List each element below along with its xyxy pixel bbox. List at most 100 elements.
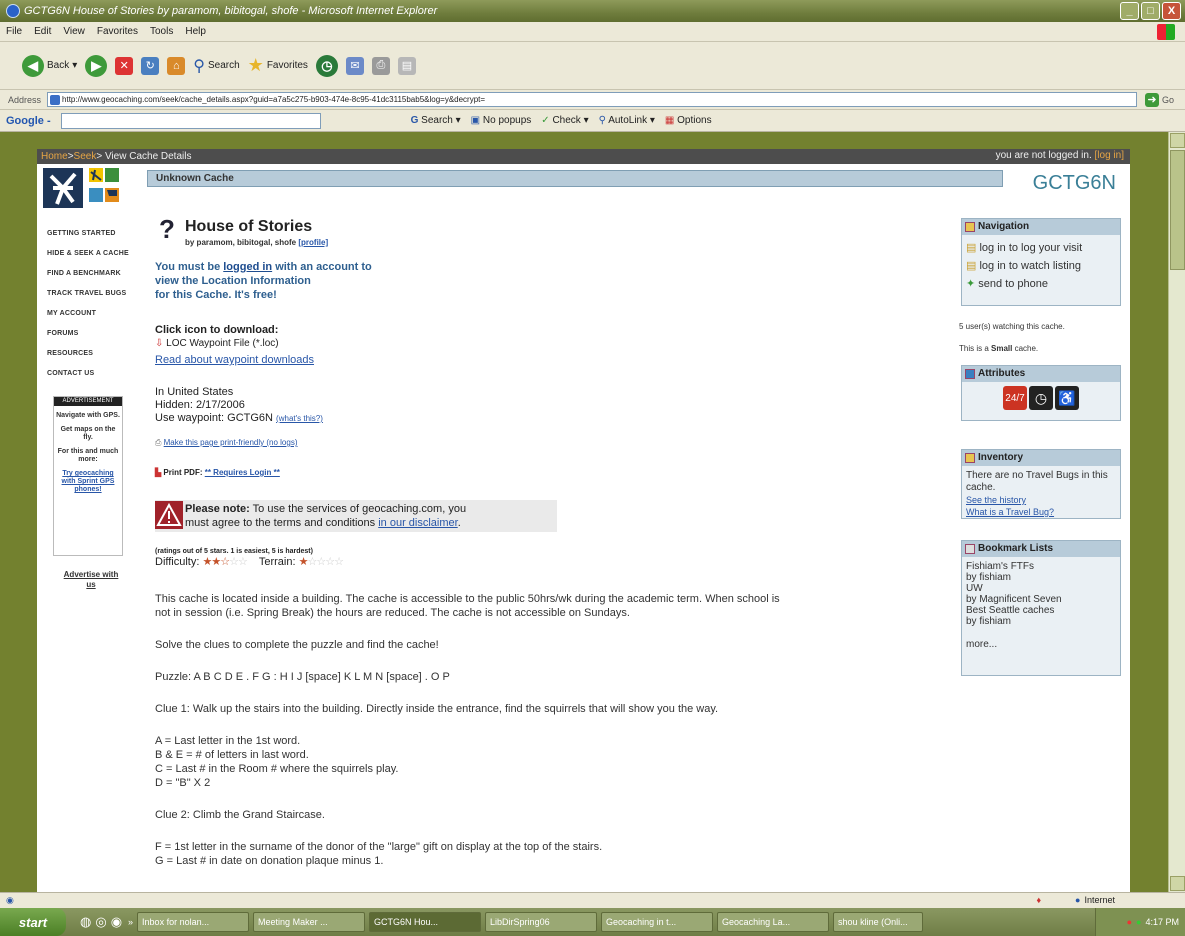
tray-icon[interactable]: ● xyxy=(1127,917,1132,927)
forward-button[interactable]: ▶ xyxy=(85,54,108,77)
geocaching-logo[interactable] xyxy=(43,168,133,218)
back-button[interactable]: ◀ Back ▾ xyxy=(22,54,77,77)
taskbar-item[interactable]: Inbox for nolan... xyxy=(137,912,250,932)
advertise-link[interactable]: Advertise with us xyxy=(61,570,121,590)
difficulty-stars: ★★☆☆☆ xyxy=(202,556,247,568)
print-icon[interactable]: ⎙ xyxy=(371,56,390,75)
log-visit-link[interactable]: ▤ log in to log your visit xyxy=(966,239,1116,257)
taskbar-item[interactable]: shou kline (Onli... xyxy=(833,912,924,932)
options-label: Options xyxy=(677,115,712,126)
options-button[interactable]: ▦ Options xyxy=(665,115,712,126)
taskbar-item[interactable]: Geocaching La... xyxy=(717,912,830,932)
disclaimer-link[interactable]: in our disclaimer xyxy=(378,517,457,529)
scroll-up-button[interactable] xyxy=(1170,133,1185,148)
navigation-icon xyxy=(965,222,975,232)
page-content: GETTING STARTED HIDE & SEEK A CACHE FIND… xyxy=(37,164,1130,892)
send-to-phone-link[interactable]: ✦ send to phone xyxy=(966,275,1116,293)
nav-contact-us[interactable]: CONTACT US xyxy=(47,364,143,384)
navigation-box: Navigation ▤ log in to log your visit ▤ … xyxy=(961,218,1121,306)
popup-blocker-button[interactable]: ▣ No popups xyxy=(471,115,532,126)
wheelchair-attribute-icon[interactable]: ♿ xyxy=(1055,386,1079,410)
favorites-button[interactable]: ★ Favorites xyxy=(248,55,308,76)
breadcrumb-current: > View Cache Details xyxy=(96,151,192,162)
taskbar-item[interactable]: LibDirSpring06 xyxy=(485,912,598,932)
nav-hide-seek[interactable]: HIDE & SEEK A CACHE xyxy=(47,244,143,264)
nav-my-account[interactable]: MY ACCOUNT xyxy=(47,304,143,324)
taskbar-item[interactable]: Geocaching in t... xyxy=(601,912,714,932)
check-label: Check xyxy=(552,115,581,126)
close-button[interactable]: X xyxy=(1162,2,1181,20)
whats-this-link[interactable]: (what's this?) xyxy=(276,414,323,423)
notice-text: view the Location Information xyxy=(155,275,311,287)
loc-file-download[interactable]: ⇩ LOC Waypoint File (*.loc) xyxy=(155,338,279,349)
quick-launch-media-icon[interactable]: ◉ xyxy=(111,914,122,930)
attributes-box: Attributes 24/7 ◷ ♿ xyxy=(961,365,1121,421)
breadcrumb-seek[interactable]: Seek xyxy=(74,151,97,162)
menu-edit[interactable]: Edit xyxy=(34,26,51,37)
address-input[interactable]: http://www.geocaching.com/seek/cache_det… xyxy=(47,92,1138,107)
spell-check-button[interactable]: ✓ Check ▾ xyxy=(541,115,588,126)
options-icon: ▦ xyxy=(664,115,675,126)
profile-link[interactable]: [profile] xyxy=(298,238,328,247)
chevron-icon[interactable]: » xyxy=(128,917,133,927)
taskbar-item[interactable]: Meeting Maker ... xyxy=(253,912,366,932)
autolink-button[interactable]: ⚲ AutoLink ▾ xyxy=(599,115,655,126)
ad-link[interactable]: Try geocaching with Sprint GPS phones! xyxy=(56,470,120,494)
bookmark-list-link[interactable]: UW xyxy=(966,583,1116,594)
edit-icon[interactable]: ▤ xyxy=(397,56,416,75)
logged-in-link[interactable]: logged in xyxy=(223,261,272,273)
stop-icon[interactable]: ✕ xyxy=(115,56,134,75)
watch-listing-link[interactable]: ▤ log in to watch listing xyxy=(966,257,1116,275)
more-bookmarks-link[interactable]: more... xyxy=(966,639,1116,650)
quick-launch-ie-icon[interactable]: ◍ xyxy=(80,914,91,930)
menu-tools[interactable]: Tools xyxy=(150,26,173,37)
taskbar-item-active[interactable]: GCTG6N Hou... xyxy=(369,912,482,932)
maximize-button[interactable]: □ xyxy=(1141,2,1160,20)
tray-icon[interactable]: ● xyxy=(1136,917,1141,927)
mail-icon[interactable]: ✉ xyxy=(345,56,364,75)
address-label: Address xyxy=(8,94,42,105)
ad-line: Navigate with GPS. xyxy=(56,412,120,419)
search-button[interactable]: ⚲ Search xyxy=(193,56,239,76)
refresh-icon[interactable]: ↻ xyxy=(141,56,160,75)
scroll-down-button[interactable] xyxy=(1170,876,1185,891)
minimize-button[interactable]: _ xyxy=(1120,2,1139,20)
print-friendly-link[interactable]: ⎙ Make this page print-friendly (no logs… xyxy=(155,438,297,448)
home-icon[interactable]: ⌂ xyxy=(167,56,186,75)
watchers-count: 5 user(s) watching this cache. xyxy=(959,322,1065,331)
history-icon[interactable]: ◷ xyxy=(315,54,338,77)
google-search-button[interactable]: G Search ▾ xyxy=(411,115,461,126)
see-history-link[interactable]: See the history xyxy=(966,494,1116,506)
gps-advertisement[interactable]: ADVERTISEMENT Navigate with GPS. Get map… xyxy=(53,396,123,556)
no-24-7-attribute-icon[interactable]: 24/7 xyxy=(1003,386,1027,410)
menu-favorites[interactable]: Favorites xyxy=(97,26,138,37)
google-search-input[interactable] xyxy=(60,112,321,129)
login-link[interactable]: [log in] xyxy=(1095,150,1124,161)
description-line: Solve the clues to complete the puzzle a… xyxy=(155,639,439,651)
go-arrow-icon: ➜ xyxy=(1145,92,1160,107)
bookmark-list-link[interactable]: Fishiam's FTFs xyxy=(966,561,1116,572)
bookmark-list-link[interactable]: Best Seattle caches xyxy=(966,605,1116,616)
menu-view[interactable]: View xyxy=(63,26,85,37)
go-button[interactable]: ➜ Go xyxy=(1145,92,1174,107)
description-line: not in session (i.e. Spring Break) the h… xyxy=(155,607,630,619)
nav-find-benchmark[interactable]: FIND A BENCHMARK xyxy=(47,264,143,284)
vertical-scrollbar[interactable] xyxy=(1168,132,1185,892)
scroll-thumb[interactable] xyxy=(1170,150,1185,270)
difficulty-label: Difficulty: xyxy=(155,556,200,568)
breadcrumb-home[interactable]: Home xyxy=(41,151,68,162)
requires-login-link[interactable]: ** Requires Login ** xyxy=(205,468,280,477)
nav-getting-started[interactable]: GETTING STARTED xyxy=(47,224,143,244)
menu-file[interactable]: File xyxy=(6,26,22,37)
nav-resources[interactable]: RESOURCES xyxy=(47,344,143,364)
nav-track-travel-bugs[interactable]: TRACK TRAVEL BUGS xyxy=(47,284,143,304)
google-logo[interactable]: Google - xyxy=(6,115,51,127)
what-is-travel-bug-link[interactable]: What is a Travel Bug? xyxy=(966,506,1116,518)
start-button[interactable]: start xyxy=(0,908,66,936)
menu-help[interactable]: Help xyxy=(185,26,206,37)
clock-attribute-icon[interactable]: ◷ xyxy=(1029,386,1053,410)
address-bar: Address http://www.geocaching.com/seek/c… xyxy=(0,90,1185,110)
read-about-waypoints-link[interactable]: Read about waypoint downloads xyxy=(155,354,314,366)
quick-launch-outlook-icon[interactable]: ◎ xyxy=(95,914,106,930)
nav-forums[interactable]: FORUMS xyxy=(47,324,143,344)
